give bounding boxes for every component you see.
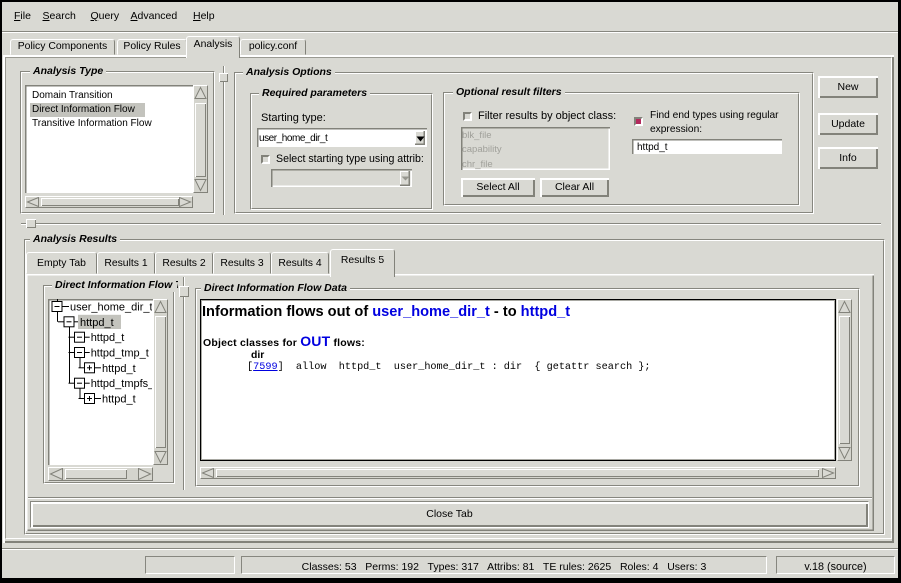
svg-text:httpd_t: httpd_t — [91, 332, 125, 344]
svg-text:httpd_t: httpd_t — [102, 363, 136, 375]
svg-text:httpd_t: httpd_t — [102, 394, 136, 406]
svg-text:httpd_t: httpd_t — [80, 317, 114, 329]
svg-text:httpd_tmp_t: httpd_tmp_t — [91, 348, 149, 360]
svg-text:user_home_dir_t: user_home_dir_t — [70, 302, 152, 314]
svg-text:httpd_tmpfs_t: httpd_tmpfs_t — [91, 378, 152, 390]
